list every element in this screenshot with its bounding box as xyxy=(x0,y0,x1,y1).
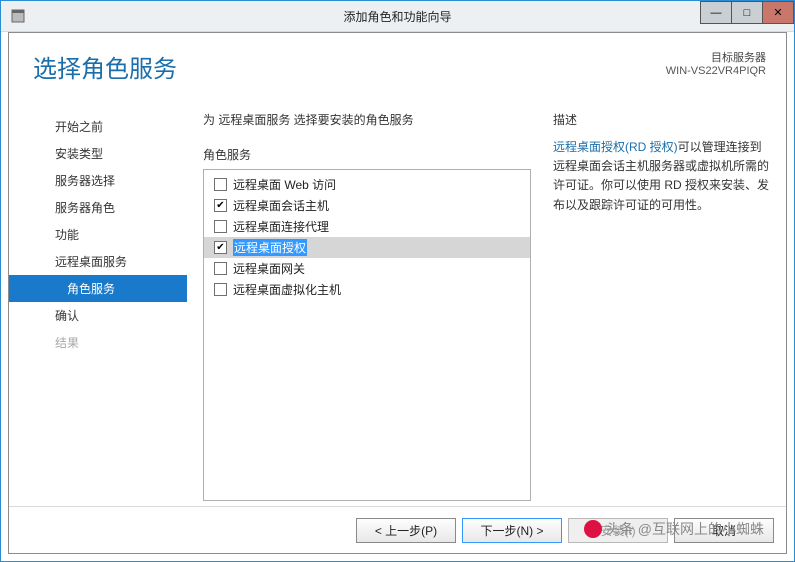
nav-item-0[interactable]: 开始之前 xyxy=(9,113,187,140)
wizard-footer: < 上一步(P) 下一步(N) > 安装(I) 取消 xyxy=(9,506,786,553)
maximize-button[interactable]: □ xyxy=(731,1,763,24)
role-checkbox[interactable] xyxy=(214,220,227,233)
role-checkbox[interactable] xyxy=(214,178,227,191)
nav-item-7[interactable]: 确认 xyxy=(9,302,187,329)
app-icon xyxy=(7,5,29,27)
roles-section-label: 角色服务 xyxy=(203,146,531,163)
page-title: 选择角色服务 xyxy=(33,49,177,84)
role-label: 远程桌面网关 xyxy=(233,260,305,277)
description-text: 远程桌面授权(RD 授权)可以管理连接到远程桌面会话主机服务器或虚拟机所需的许可… xyxy=(553,138,770,215)
nav-item-4[interactable]: 功能 xyxy=(9,221,187,248)
target-label: 目标服务器 xyxy=(666,49,766,65)
role-item-4[interactable]: 远程桌面网关 xyxy=(204,258,530,279)
role-item-1[interactable]: 远程桌面会话主机 xyxy=(204,195,530,216)
wizard-body: 选择角色服务 目标服务器 WIN-VS22VR4PIQR 开始之前安装类型服务器… xyxy=(8,32,787,554)
role-checkbox[interactable] xyxy=(214,283,227,296)
nav-item-1[interactable]: 安装类型 xyxy=(9,140,187,167)
role-label: 远程桌面连接代理 xyxy=(233,218,329,235)
cancel-button[interactable]: 取消 xyxy=(674,518,774,543)
window-title: 添加角色和功能向导 xyxy=(1,8,794,25)
role-item-0[interactable]: 远程桌面 Web 访问 xyxy=(204,174,530,195)
close-button[interactable]: ✕ xyxy=(762,1,794,24)
role-checkbox[interactable] xyxy=(214,262,227,275)
wizard-nav: 开始之前安装类型服务器选择服务器角色功能远程桌面服务角色服务确认结果 xyxy=(9,105,187,507)
install-button: 安装(I) xyxy=(568,518,668,543)
role-label: 远程桌面会话主机 xyxy=(233,197,329,214)
nav-item-3[interactable]: 服务器角色 xyxy=(9,194,187,221)
nav-item-8: 结果 xyxy=(9,329,187,356)
nav-item-6[interactable]: 角色服务 xyxy=(9,275,187,302)
minimize-button[interactable]: — xyxy=(700,1,732,24)
role-item-5[interactable]: 远程桌面虚拟化主机 xyxy=(204,279,530,300)
role-label: 远程桌面虚拟化主机 xyxy=(233,281,341,298)
instruction-text: 为 远程桌面服务 选择要安装的角色服务 xyxy=(203,111,531,128)
role-checkbox[interactable] xyxy=(214,199,227,212)
role-label: 远程桌面 Web 访问 xyxy=(233,176,336,193)
wizard-window: 添加角色和功能向导 — □ ✕ 选择角色服务 目标服务器 WIN-VS22VR4… xyxy=(0,0,795,562)
role-label: 远程桌面授权 xyxy=(233,239,307,256)
wizard-header: 选择角色服务 目标服务器 WIN-VS22VR4PIQR xyxy=(9,33,786,94)
target-server-name: WIN-VS22VR4PIQR xyxy=(666,65,766,77)
target-server-info: 目标服务器 WIN-VS22VR4PIQR xyxy=(666,49,766,77)
nav-item-5[interactable]: 远程桌面服务 xyxy=(9,248,187,275)
description-link[interactable]: 远程桌面授权(RD 授权) xyxy=(553,140,678,154)
description-label: 描述 xyxy=(553,111,770,128)
role-item-3[interactable]: 远程桌面授权 xyxy=(204,237,530,258)
titlebar[interactable]: 添加角色和功能向导 — □ ✕ xyxy=(1,1,794,32)
nav-item-2[interactable]: 服务器选择 xyxy=(9,167,187,194)
next-button[interactable]: 下一步(N) > xyxy=(462,518,562,543)
previous-button[interactable]: < 上一步(P) xyxy=(356,518,456,543)
role-services-list[interactable]: 远程桌面 Web 访问远程桌面会话主机远程桌面连接代理远程桌面授权远程桌面网关远… xyxy=(203,169,531,501)
role-item-2[interactable]: 远程桌面连接代理 xyxy=(204,216,530,237)
role-checkbox[interactable] xyxy=(214,241,227,254)
